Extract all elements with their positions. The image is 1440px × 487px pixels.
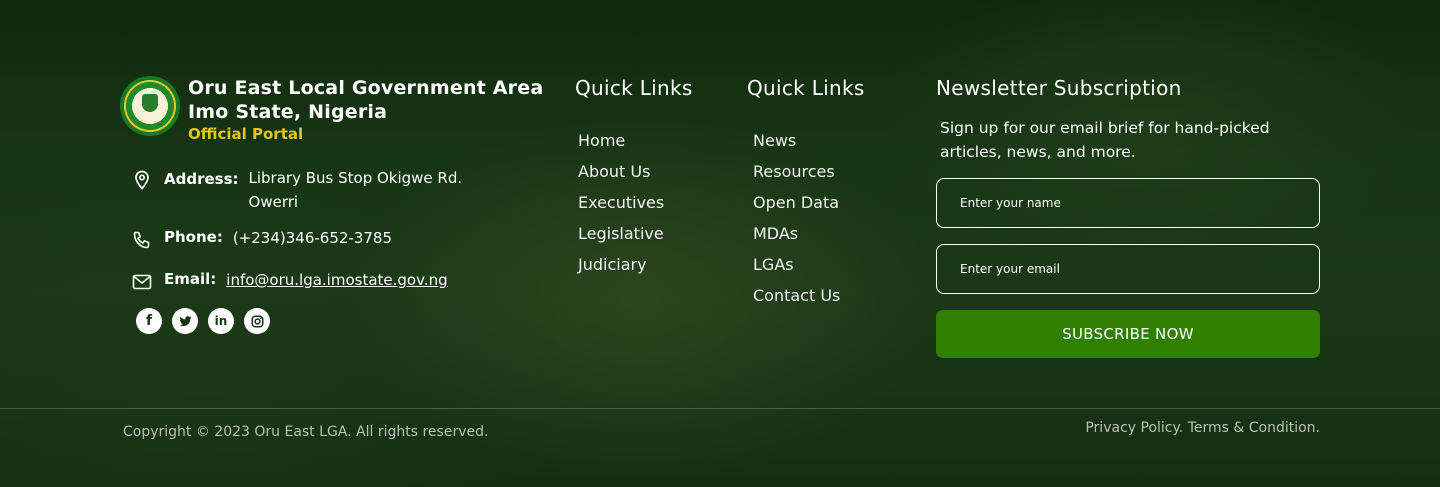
address-value: Library Bus Stop Okigwe Rd. Owerri xyxy=(249,166,463,214)
instagram-glyph-icon xyxy=(251,315,263,327)
link-mdas[interactable]: MDAs xyxy=(753,218,840,249)
address-line2: Owerri xyxy=(248,193,299,211)
link-home[interactable]: Home xyxy=(578,125,664,156)
official-portal-label: Official Portal xyxy=(188,125,304,143)
link-open-data[interactable]: Open Data xyxy=(753,187,840,218)
link-lgas[interactable]: LGAs xyxy=(753,249,840,280)
newsletter-title: Newsletter Subscription xyxy=(936,76,1182,100)
phone-label: Phone: xyxy=(164,228,223,246)
link-resources[interactable]: Resources xyxy=(753,156,840,187)
facebook-icon[interactable]: f xyxy=(136,308,162,334)
contact-phone: Phone: (+234)346-652-3785 xyxy=(132,228,392,250)
site-footer: Oru East Local Government Area Imo State… xyxy=(0,0,1440,487)
footer-brand: Oru East Local Government Area Imo State… xyxy=(120,76,543,144)
government-seal-logo xyxy=(120,76,180,136)
social-links: f in xyxy=(136,308,270,334)
address-label: Address: xyxy=(164,170,239,188)
email-label: Email: xyxy=(164,270,217,288)
link-legislative[interactable]: Legislative xyxy=(578,218,664,249)
footer-divider xyxy=(0,408,1440,409)
legal-links: Privacy Policy. Terms & Condition. xyxy=(1085,420,1320,436)
brand-title-line1: Oru East Local Government Area xyxy=(188,77,544,99)
terms-link[interactable]: Terms & Condition. xyxy=(1188,420,1320,436)
contact-email: Email: info@oru.lga.imostate.gov.ng xyxy=(132,270,448,292)
email-input[interactable] xyxy=(936,244,1320,294)
name-input[interactable] xyxy=(936,178,1320,228)
address-line1: Library Bus Stop Okigwe Rd. xyxy=(248,169,463,187)
quick-links-list-1: Home About Us Executives Legislative Jud… xyxy=(578,125,664,280)
quick-links-title-1: Quick Links xyxy=(575,76,693,100)
email-link[interactable]: info@oru.lga.imostate.gov.ng xyxy=(226,270,447,290)
quick-links-list-2: News Resources Open Data MDAs LGAs Conta… xyxy=(753,125,840,311)
copyright-text: Copyright © 2023 Oru East LGA. All right… xyxy=(123,424,489,440)
phone-value: (+234)346-652-3785 xyxy=(232,229,392,247)
phone-icon xyxy=(133,231,150,249)
link-executives[interactable]: Executives xyxy=(578,187,664,218)
link-about-us[interactable]: About Us xyxy=(578,156,664,187)
link-contact-us[interactable]: Contact Us xyxy=(753,280,840,311)
brand-title-line2: Imo State, Nigeria xyxy=(188,101,388,123)
twitter-bird-icon xyxy=(179,315,191,326)
newsletter-description: Sign up for our email brief for hand-pic… xyxy=(940,119,1270,161)
privacy-policy-link[interactable]: Privacy Policy. xyxy=(1085,420,1183,436)
contact-address: Address: Library Bus Stop Okigwe Rd. Owe… xyxy=(132,168,462,214)
instagram-icon[interactable] xyxy=(244,308,270,334)
subscribe-button[interactable]: SUBSCRIBE NOW xyxy=(936,310,1320,358)
quick-links-title-2: Quick Links xyxy=(747,76,865,100)
brand-text: Oru East Local Government Area Imo State… xyxy=(188,76,543,144)
link-judiciary[interactable]: Judiciary xyxy=(578,249,664,280)
link-news[interactable]: News xyxy=(753,125,840,156)
linkedin-icon[interactable]: in xyxy=(208,308,234,334)
envelope-icon xyxy=(132,274,152,290)
location-pin-icon xyxy=(135,170,149,190)
twitter-icon[interactable] xyxy=(172,308,198,334)
